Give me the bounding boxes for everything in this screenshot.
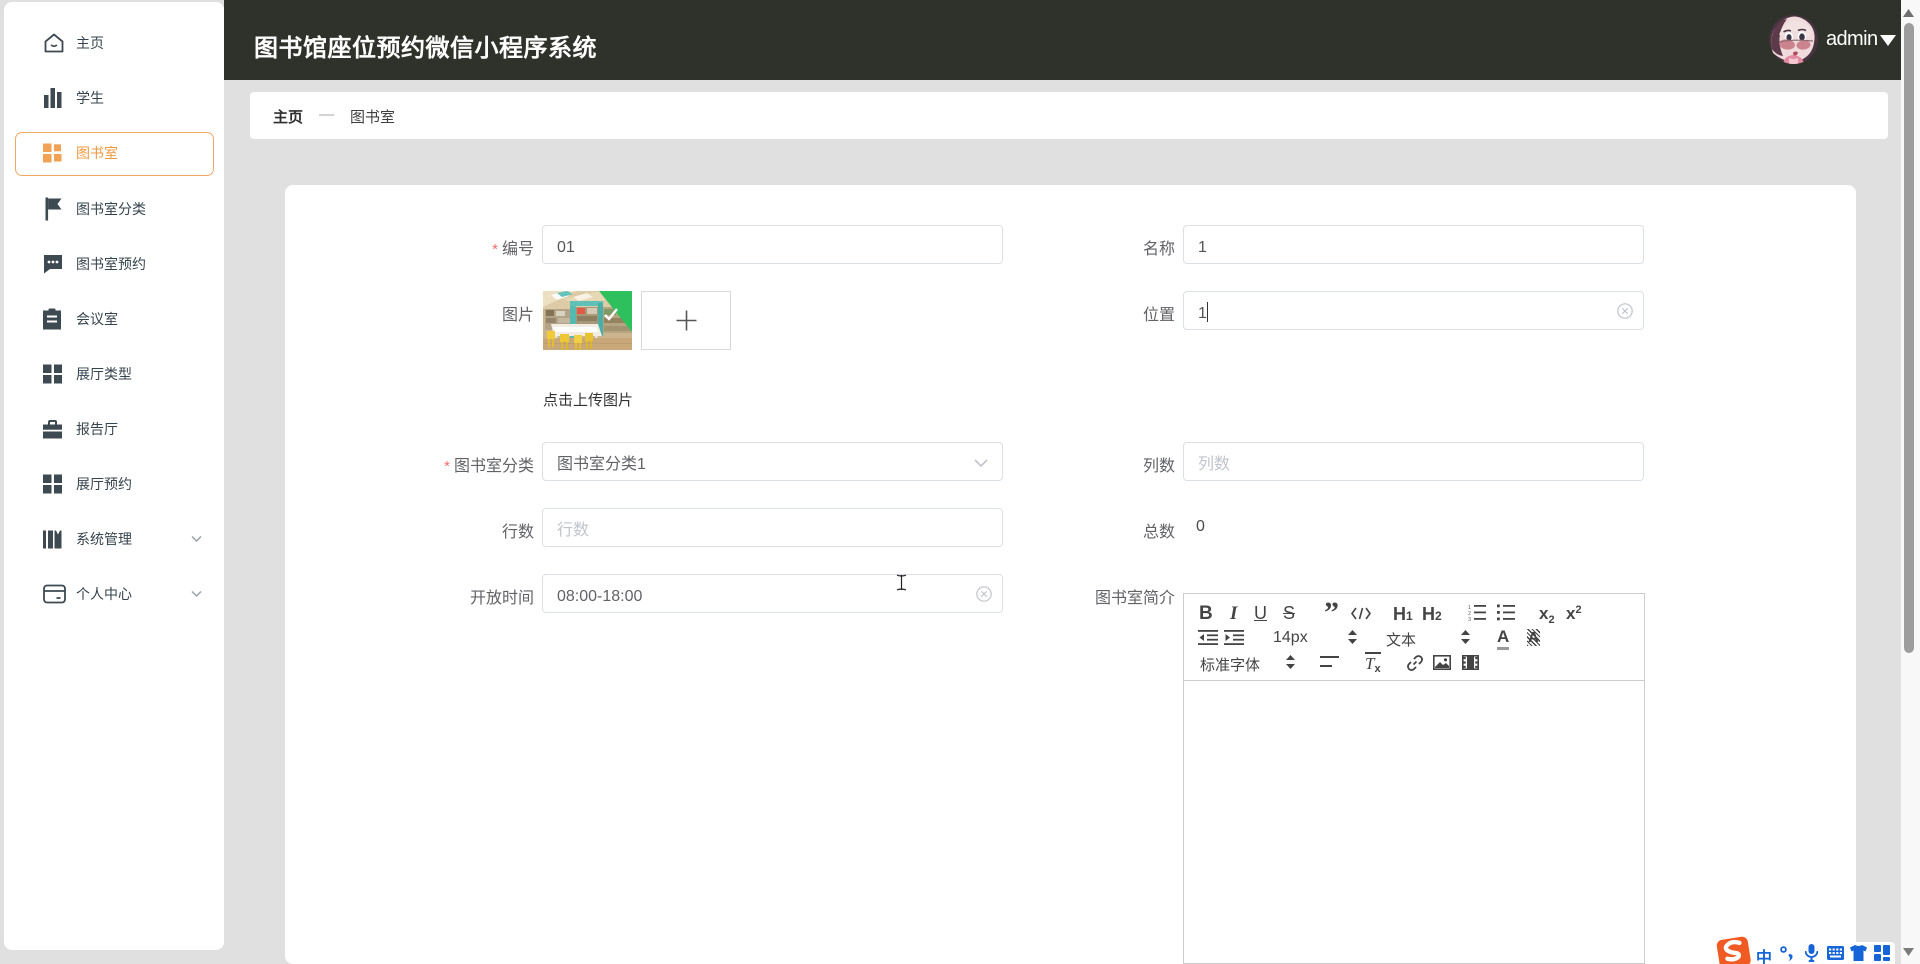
- svg-text:3: 3: [1468, 617, 1471, 621]
